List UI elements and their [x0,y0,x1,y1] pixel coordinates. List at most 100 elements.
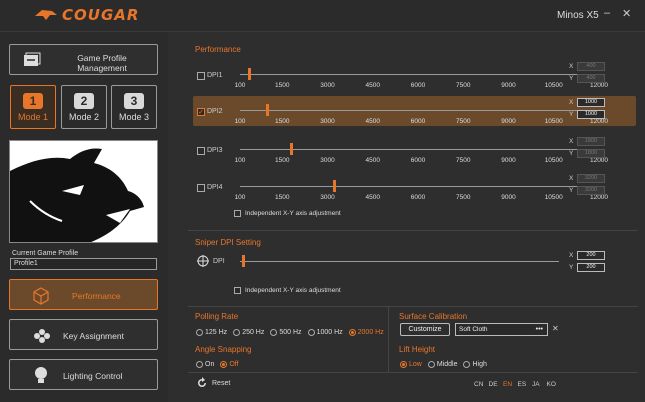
lift-height-option-2[interactable]: Middle [427,361,457,368]
radio-dot [348,329,356,336]
dpi-4-x-label: X [569,175,574,182]
cougar-head-image [10,148,144,242]
dpi-tick-label: 7500 [456,118,471,125]
dpi-1-y-value[interactable]: 400 [577,74,605,83]
sniper-dpi-thumb[interactable] [241,255,245,267]
sniper-y-value[interactable]: 200 [577,263,605,272]
dpi-3-y-value[interactable]: 1800 [577,149,605,158]
dpi-4-checkbox[interactable] [197,184,205,192]
angle-snapping-option-2[interactable]: Off [220,361,239,368]
polling-rate-option-1[interactable]: 125 Hz [196,329,227,336]
dpi-1-slider-track[interactable] [240,74,599,75]
dpi-4-y-value[interactable]: 3200 [577,186,605,195]
dpi-4-y-label: Y [569,187,574,194]
dpi-2-slider-track[interactable] [240,110,599,111]
dpi-tick-label: 100 [234,194,246,201]
nav-lighting-control[interactable]: Lighting Control [9,359,158,390]
surface-select[interactable]: Soft Cloth ••• [455,323,548,336]
lift-height-option-3[interactable]: High [463,361,487,368]
independent-xy-checkbox[interactable]: Independent X-Y axis adjustment [234,210,341,217]
sniper-x-value[interactable]: 200 [577,251,605,260]
dpi-1-slider-thumb[interactable] [248,68,252,80]
mode-1-label: Mode 1 [17,111,49,122]
dpi-tick-label: 10500 [544,157,563,164]
dpi-2-checkbox[interactable]: ✓ [197,108,205,116]
mode-2-button[interactable]: 2 Mode 2 [61,85,107,129]
dpi-3-slider-thumb[interactable] [290,143,294,155]
dpi-tick-label: 7500 [456,194,471,201]
current-profile-field[interactable]: Profile1 [10,258,157,270]
lift-height-option-label: Low [409,361,422,368]
dpi-4-x-value[interactable]: 3200 [577,174,605,183]
game-profile-management-button[interactable]: Game Profile Management [9,44,158,75]
minimize-button[interactable]: – [604,7,610,19]
mode-2-label: Mode 2 [68,111,100,122]
nav-lighting-control-label: Lighting Control [63,371,123,381]
cube-icon [33,287,49,305]
dpi-tick-label: 9000 [501,118,516,125]
dpi-tick-label: 1500 [275,118,290,125]
dpi-2-y-value[interactable]: 1000 [577,110,605,119]
dpi-tick-label: 4500 [365,82,380,89]
dpi-tick-label: 12000 [589,82,609,89]
sniper-dpi-label: DPI [213,258,225,265]
radio-dot [196,329,203,336]
sniper-independent-xy-checkbox[interactable]: Independent X-Y axis adjustment [234,287,341,294]
polling-rate-option-3[interactable]: 500 Hz [270,329,302,336]
dpi-3-checkbox[interactable] [197,147,205,155]
dpi-tick-label: 12000 [589,194,609,201]
radio-dot [307,329,315,336]
dpi-tick-label: 100 [234,157,246,164]
language-ko[interactable]: KO [547,381,556,388]
dpi-tick-label: 6000 [410,118,426,125]
mode-3-button[interactable]: 3 Mode 3 [111,85,157,129]
dpi-tick-label: 10500 [544,82,563,89]
nav-performance-label: Performance [72,291,121,301]
lift-height-option-1[interactable]: Low [400,361,422,368]
sniper-dpi-track[interactable] [240,261,559,262]
lift-height-title: Lift Height [399,345,436,354]
dpi-2-x-value[interactable]: 1000 [577,98,605,107]
customize-button[interactable]: Customize [400,323,450,336]
dpi-4-slider-thumb[interactable] [332,180,336,192]
polling-rate-option-label: 2000 Hz [357,329,384,336]
language-cn[interactable]: CN [474,381,483,388]
dpi-tick-label: 1500 [275,82,290,89]
dpi-1-x-value[interactable]: 400 [577,62,605,71]
language-en[interactable]: EN [503,381,512,388]
polling-rate-option-4[interactable]: 1000 Hz [307,329,343,336]
dpi-tick-label: 3000 [320,82,335,89]
close-button[interactable]: ✕ [622,7,631,20]
polling-rate-option-2[interactable]: 250 Hz [233,329,264,336]
dpi-tick-label: 3000 [320,157,335,164]
dpi-4-slider-track[interactable] [240,186,599,187]
more-icon[interactable]: ••• [536,326,543,333]
dpi-1-checkbox[interactable] [197,72,205,80]
mode-1-button[interactable]: 1 Mode 1 [10,85,56,129]
polling-rate-options: 125 Hz 250 Hz 500 Hz 1000 Hz 2000 Hz [196,323,390,341]
dpi-tick-label: 12000 [589,118,609,125]
dpi-3-slider-track[interactable] [240,149,599,150]
divider [188,372,638,373]
polling-rate-option-5[interactable]: 2000 Hz [348,329,384,336]
nav-key-assignment[interactable]: Key Assignment [9,319,158,350]
language-ja[interactable]: JA [532,381,540,388]
nav-key-assignment-label: Key Assignment [63,331,124,341]
angle-snapping-option-label: On [205,361,215,368]
dpi-tick-label: 7500 [456,157,471,164]
lift-height-option-label: High [472,361,487,368]
angle-snapping-option-1[interactable]: On [196,361,214,368]
cougar-logo-icon [35,10,57,20]
nav-performance[interactable]: Performance [9,279,158,310]
language-de[interactable]: DE [489,381,498,388]
app-window: COUGAR Minos X5 – ✕ Game Profile Managem… [0,0,645,402]
clear-surface-icon[interactable]: ✕ [552,324,559,333]
dpi-tick-label: 12000 [589,157,609,164]
language-es[interactable]: ES [518,381,527,388]
brand-logo: COUGAR [34,6,139,24]
reset-icon[interactable] [196,377,208,389]
dpi-2-y-label: Y [569,111,574,118]
dpi-3-x-value[interactable]: 1800 [577,137,605,146]
dpi-2-slider-thumb[interactable] [266,104,270,116]
reset-button[interactable]: Reset [212,380,230,387]
